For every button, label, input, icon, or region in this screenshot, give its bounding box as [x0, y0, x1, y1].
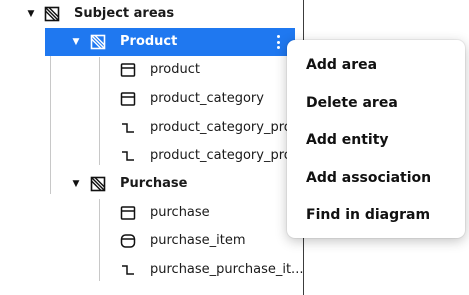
subject-areas-tree: ▼ Subject areas ▼ Product product produc…: [0, 0, 304, 295]
tree-node-association[interactable]: product_category_pro...: [118, 114, 303, 142]
app-window: ▼ Subject areas ▼ Product product produc…: [0, 0, 469, 295]
expand-caret-icon[interactable]: ▼: [71, 170, 81, 198]
context-menu: Add area Delete area Add entity Add asso…: [287, 40, 465, 238]
entity-table-icon: [120, 205, 136, 221]
association-icon: [120, 120, 136, 136]
tree-node-label: product_category_pro...: [150, 120, 303, 135]
menu-item-add-association[interactable]: Add association: [287, 159, 465, 197]
tree-node-entity[interactable]: product_category: [118, 85, 303, 113]
tree-node-association[interactable]: product_category_pro...: [118, 142, 303, 170]
tree-node-product-area[interactable]: ▼ Product: [45, 28, 295, 56]
more-options-icon[interactable]: [271, 32, 285, 52]
entity-table-icon: [120, 91, 136, 107]
tree-node-entity[interactable]: purchase: [118, 199, 303, 227]
area-icon: [44, 6, 60, 22]
tree-node-label: purchase: [150, 205, 210, 220]
tree-node-subject-areas[interactable]: ▼ Subject areas: [20, 0, 303, 28]
tree-node-entity[interactable]: purchase_item: [118, 227, 303, 255]
tree-node-label: purchase_item: [150, 233, 246, 248]
area-icon: [90, 176, 106, 192]
tree-node-entity[interactable]: product: [118, 56, 303, 84]
entity-table-icon: [120, 62, 136, 78]
tree-node-label: product_category_pro...: [150, 148, 303, 163]
tree-node-label: Purchase: [120, 176, 188, 191]
menu-item-find-in-diagram[interactable]: Find in diagram: [287, 196, 465, 234]
menu-item-delete-area[interactable]: Delete area: [287, 84, 465, 122]
entity-rounded-icon: [120, 233, 136, 249]
tree-node-label: product_category: [150, 91, 264, 106]
tree-node-label: Product: [120, 34, 178, 49]
tree-node-label: product: [150, 62, 201, 77]
tree-guide-line: [99, 199, 100, 281]
association-icon: [120, 148, 136, 164]
expand-caret-icon[interactable]: ▼: [26, 0, 36, 28]
area-icon: [90, 34, 106, 50]
association-icon: [120, 262, 136, 278]
tree-node-purchase-area[interactable]: ▼ Purchase: [45, 170, 303, 198]
menu-item-add-area[interactable]: Add area: [287, 46, 465, 84]
tree-guide-line: [99, 57, 100, 165]
tree-node-label: Subject areas: [74, 6, 175, 21]
expand-caret-icon[interactable]: ▼: [71, 28, 81, 56]
tree-node-association[interactable]: purchase_purchase_it...: [118, 256, 303, 284]
menu-item-add-entity[interactable]: Add entity: [287, 121, 465, 159]
tree-node-label: purchase_purchase_it...: [150, 262, 303, 277]
